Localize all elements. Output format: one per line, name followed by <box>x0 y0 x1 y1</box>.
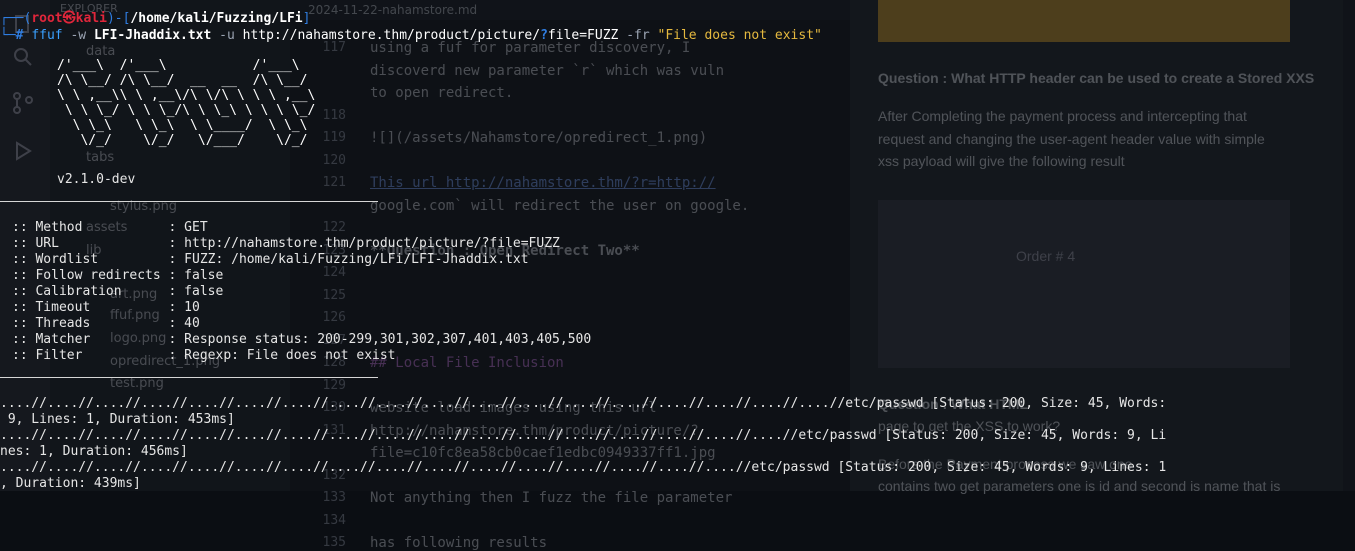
result-line: ....//....//....//....//....//....//....… <box>0 428 1167 443</box>
config-line: :: Calibration : false <box>12 284 224 299</box>
command-option: -u <box>219 28 235 43</box>
config-line: :: Wordlist : FUZZ: /home/kali/Fuzzing/L… <box>12 252 529 267</box>
ffuf-ascii-banner: /'___\ /'___\ /'___\ /\ \__/ /\ \__/ __ … <box>57 58 316 148</box>
ffuf-version: v2.1.0-dev <box>57 172 136 187</box>
line-number: 134 <box>322 512 346 528</box>
code-line: has following results <box>370 535 548 551</box>
result-line: nes: 1, Duration: 456ms] <box>0 444 188 459</box>
prompt-user-host: root㉿kali <box>31 11 107 26</box>
line-number: 133 <box>322 490 346 505</box>
command-wordlist: LFI-Jhaddix.txt <box>93 28 212 43</box>
config-line: :: URL : http://nahamstore.thm/product/p… <box>12 236 560 251</box>
command-url: http://nahamstore.thm/product/picture/ <box>242 28 541 43</box>
command-line: └─# ffuf -w LFI-Jhaddix.txt -u http://na… <box>0 28 822 44</box>
prompt-bracket-open: ┌──( <box>0 11 32 26</box>
config-line: :: Filter : Regexp: File does not exist <box>12 348 396 363</box>
prompt-cwd: /home/kali/Fuzzing/LFi <box>130 11 303 26</box>
prompt-corner: └─ <box>0 28 16 43</box>
config-line: :: Matcher : Response status: 200-299,30… <box>12 332 592 347</box>
result-line: 9, Lines: 1, Duration: 453ms] <box>0 412 235 427</box>
command-exe: ffuf <box>31 28 63 43</box>
command-query-mark: ? <box>540 28 548 43</box>
config-line: :: Timeout : 10 <box>12 300 200 315</box>
result-line: , Duration: 439ms] <box>0 476 141 491</box>
result-line: ....//....//....//....//....//....//....… <box>0 396 1167 411</box>
prompt-line: ┌──(root㉿kali)-[/home/kali/Fuzzing/LFi] <box>0 11 310 27</box>
config-line: :: Follow redirects : false <box>12 268 224 283</box>
command-option: -fr <box>626 28 650 43</box>
result-line: ....//....//....//....//....//....//....… <box>0 460 1167 475</box>
config-line: :: Threads : 40 <box>12 316 200 331</box>
command-option: -w <box>70 28 87 43</box>
prompt-bracket-close: ] <box>302 11 311 26</box>
code-line: Not anything then I fuzz the file parame… <box>370 490 733 506</box>
line-number: 135 <box>322 535 346 550</box>
separator-rule <box>0 201 378 202</box>
terminal-output[interactable]: ┌──(root㉿kali)-[/home/kali/Fuzzing/LFi] … <box>0 0 1355 491</box>
prompt-hash: # <box>15 28 24 43</box>
command-filter-string: "File does not exist" <box>657 28 822 43</box>
prompt-bracket-mid: )-[ <box>106 11 131 26</box>
config-line: :: Method : GET <box>12 220 208 235</box>
command-param: file=FUZZ <box>547 28 619 43</box>
separator-rule <box>0 377 378 378</box>
